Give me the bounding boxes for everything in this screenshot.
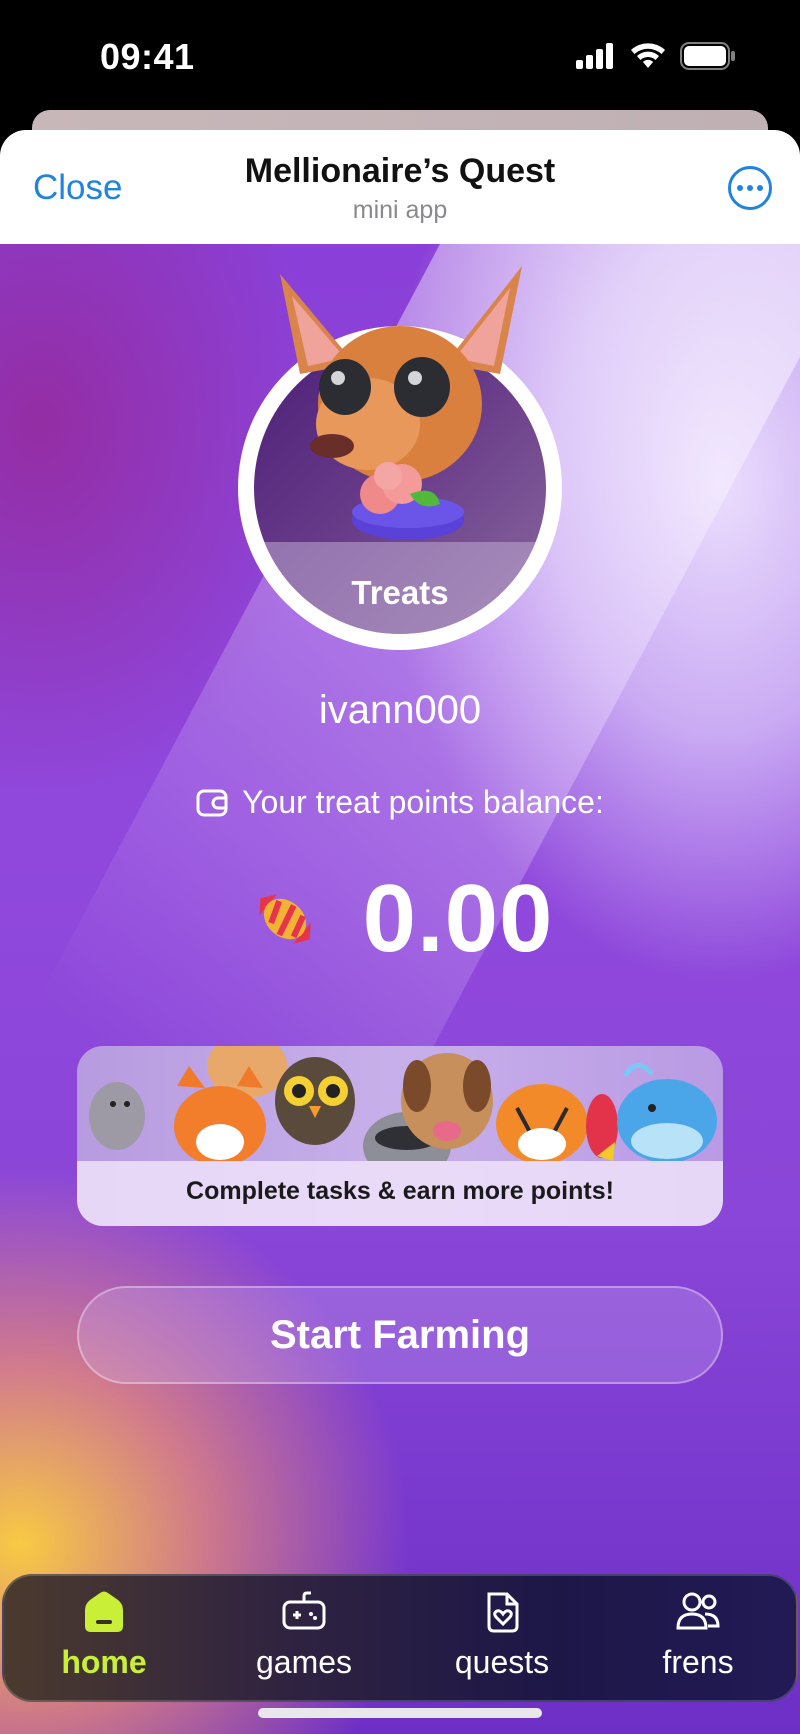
more-options-icon[interactable] <box>728 166 772 210</box>
dog-mascot-icon <box>280 266 522 540</box>
nav-item-home[interactable]: home <box>14 1590 194 1696</box>
app-subtitle: mini app <box>352 196 448 224</box>
friends-icon <box>676 1592 720 1630</box>
home-icon <box>85 1591 123 1632</box>
nav-item-frens[interactable]: frens <box>608 1590 788 1696</box>
wallet-icon <box>196 789 228 816</box>
balance-label-row: Your treat points balance: <box>0 784 800 821</box>
nav-label-games: games <box>255 1644 353 1680</box>
wifi-icon <box>631 43 665 68</box>
quests-icon <box>487 1592 519 1633</box>
nav-label-frens: frens <box>662 1644 734 1680</box>
app-title: Mellionaire’s Quest <box>244 152 556 190</box>
status-time: 09:41 <box>100 36 195 77</box>
candy-icon <box>258 894 311 944</box>
home-indicator[interactable] <box>258 1708 542 1718</box>
mini-app-header: Close Mellionaire’s Quest mini app <box>0 130 800 244</box>
nav-label-home: home <box>61 1644 147 1680</box>
balance-label: Your treat points balance: <box>242 784 604 820</box>
status-bar: 09:41 <box>0 0 800 110</box>
banner-caption: Complete tasks & earn more points! <box>186 1177 614 1205</box>
username: ivann000 <box>318 688 482 732</box>
animals-illustration-icon <box>89 1046 717 1161</box>
tasks-banner[interactable]: Complete tasks & earn more points! <box>77 1046 723 1226</box>
balance-value: 0.00 <box>362 865 554 972</box>
battery-icon <box>680 42 735 70</box>
balance-row: 0.00 <box>0 864 800 974</box>
signal-icon <box>576 43 613 69</box>
bottom-nav: home games quests frens <box>2 1574 798 1702</box>
nav-item-quests[interactable]: quests <box>412 1590 592 1696</box>
gamepad-icon <box>282 1591 326 1630</box>
status-icons <box>576 42 736 70</box>
nav-item-games[interactable]: games <box>214 1590 394 1696</box>
nav-label-quests: quests <box>454 1644 550 1680</box>
start-farming-button[interactable]: Start Farming <box>77 1286 723 1384</box>
main-content: Treats ivann000 Your treat points balanc… <box>0 244 800 1734</box>
